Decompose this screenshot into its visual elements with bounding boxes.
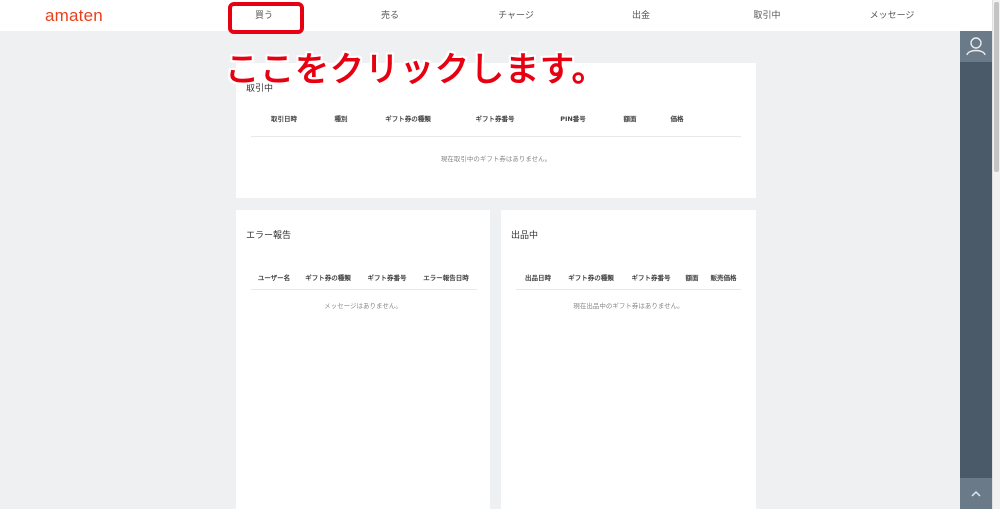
listings-empty-message: 現在出品中のギフト券はありません。 bbox=[573, 302, 684, 310]
amaten-logo[interactable]: amaten bbox=[45, 6, 103, 26]
scrollbar-thumb[interactable] bbox=[994, 2, 999, 172]
table-divider bbox=[251, 289, 477, 290]
table-divider bbox=[251, 136, 741, 137]
col-face-value: 額面 bbox=[623, 115, 637, 123]
right-rail bbox=[960, 31, 992, 509]
col-trade-datetime: 取引日時 bbox=[271, 115, 297, 123]
annotation-text: ここをクリックします。 bbox=[225, 50, 607, 90]
user-button[interactable] bbox=[960, 31, 992, 62]
table-divider bbox=[516, 289, 741, 290]
transactions-empty-message: 現在取引中のギフト券はありません。 bbox=[440, 155, 552, 163]
error-report-title: エラー報告 bbox=[246, 231, 292, 241]
nav-charge[interactable]: チャージ bbox=[476, 0, 556, 31]
nav-trading[interactable]: 取引中 bbox=[727, 0, 807, 31]
user-icon bbox=[966, 37, 986, 56]
listings-panel: 出品中 出品日時 ギフト券の種類 ギフト券番号 額面 販売価格 現在出品中のギフ… bbox=[501, 210, 756, 509]
chevron-up-icon bbox=[971, 491, 981, 497]
nav-sell[interactable]: 売る bbox=[350, 0, 430, 31]
col-price: 価格 bbox=[670, 115, 684, 123]
error-empty-message: メッセージはありません。 bbox=[324, 302, 402, 310]
transactions-header-row: 取引日時 種別 ギフト券の種類 ギフト券番号 PIN番号 額面 価格 bbox=[251, 113, 741, 133]
nav-messages[interactable]: メッセージ bbox=[852, 0, 932, 31]
top-header: amaten 買う 売る チャージ 出金 取引中 メッセージ bbox=[0, 0, 1000, 31]
col-gift-number: ギフト券番号 bbox=[475, 115, 515, 123]
nav-withdraw[interactable]: 出金 bbox=[601, 0, 681, 31]
scroll-top-button[interactable] bbox=[960, 478, 992, 509]
col-pin: PIN番号 bbox=[560, 115, 586, 123]
col-gift-type: ギフト券の種類 bbox=[385, 115, 431, 123]
col-type: 種別 bbox=[334, 115, 348, 123]
highlight-box bbox=[228, 2, 304, 34]
error-report-panel: エラー報告 ユーザー名 ギフト券の種類 ギフト券番号 エラー報告日時 メッセージ… bbox=[236, 210, 490, 509]
listings-title: 出品中 bbox=[511, 231, 539, 241]
